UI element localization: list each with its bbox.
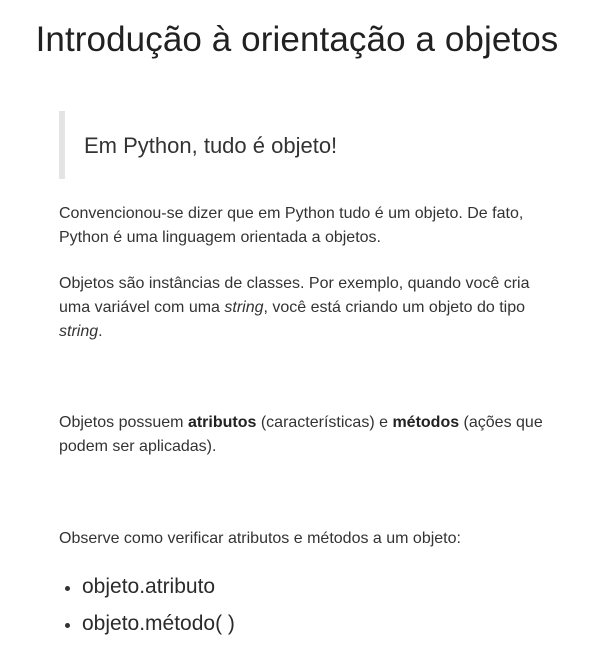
callout-text: Em Python, tudo é objeto!: [84, 133, 338, 158]
bullet-icon: [65, 622, 70, 628]
string-emphasis: string: [59, 323, 99, 340]
list-item-text: objeto.atributo: [82, 574, 216, 598]
bullet-list: objeto.atributo objeto.método( ): [65, 568, 235, 642]
paragraph-attributes-text-1: Objetos possuem: [59, 414, 188, 431]
paragraph-observe-text: Observe como verificar atributos e métod…: [59, 530, 461, 547]
paragraph-instances: Objetos são instâncias de classes. Por e…: [59, 272, 545, 344]
paragraph-intro: Convencionou-se dizer que em Python tudo…: [59, 202, 545, 250]
string-emphasis: string: [224, 299, 264, 316]
paragraph-attributes-methods: Objetos possuem atributos (característic…: [59, 411, 545, 459]
attributes-bold: atributos: [187, 414, 257, 431]
paragraph-instances-text-3: .: [98, 323, 103, 340]
blockquote-callout: Em Python, tudo é objeto!: [59, 111, 529, 179]
list-item-text: objeto.método( ): [82, 611, 235, 635]
paragraph-observe: Observe como verificar atributos e métod…: [59, 527, 545, 551]
bullet-icon: [65, 585, 70, 591]
methods-bold: métodos: [392, 414, 460, 431]
paragraph-instances-text-2: , você está criando um objeto do tipo: [263, 299, 526, 316]
page-title: Introdução à orientação a objetos: [35, 20, 559, 59]
paragraph-attributes-text-2: (características) e: [256, 414, 393, 431]
list-item: objeto.método( ): [65, 605, 235, 642]
paragraph-intro-text: Convencionou-se dizer que em Python tudo…: [59, 205, 524, 246]
list-item: objeto.atributo: [65, 568, 235, 605]
